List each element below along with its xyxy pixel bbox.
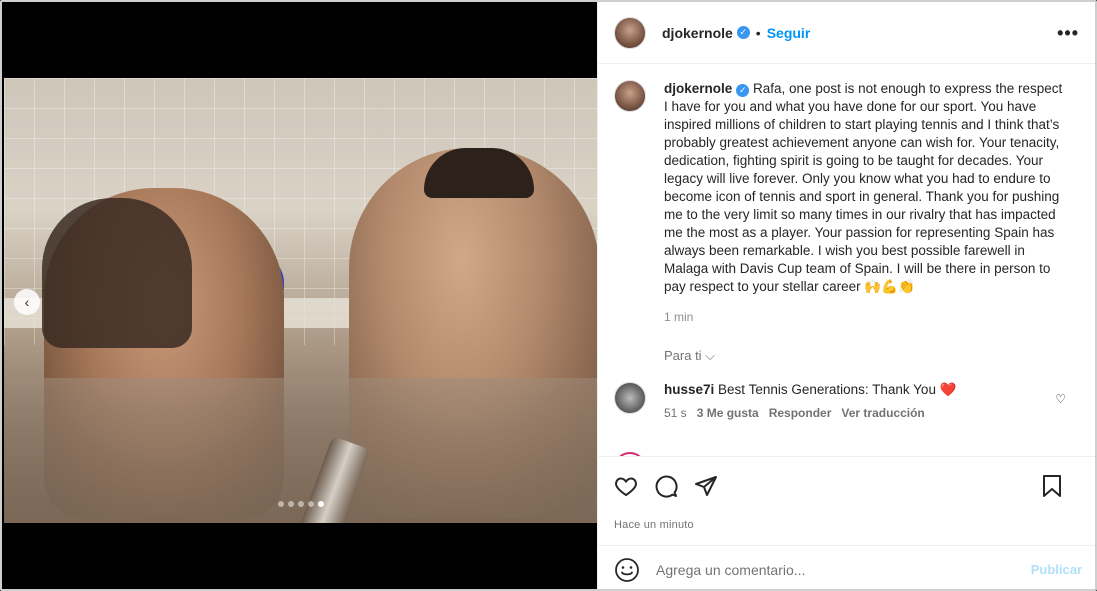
para-ti-toggle[interactable]: Para ti ⌵ (614, 348, 1084, 364)
author-avatar[interactable] (614, 16, 646, 49)
comment-row: husse7i Best Tennis Generations: Thank Y… (614, 382, 1084, 420)
carousel-prev-button[interactable]: ‹ (14, 289, 40, 315)
verified-badge-icon: ✓ (736, 83, 750, 97)
chevron-left-icon: ‹ (24, 294, 30, 310)
publish-button[interactable]: Publicar (1031, 562, 1082, 577)
commenter-avatar[interactable] (614, 382, 646, 414)
carousel-dots (278, 501, 324, 507)
post-header: djokernole ✓ • Seguir ••• (598, 2, 1095, 64)
bookmark-icon[interactable] (1040, 474, 1064, 498)
instagram-post-window: ‹ djokernole ✓ • Seguir ••• djokernole✓ (0, 0, 1097, 591)
caption-text: djokernole ✓ Rafa, one post is not enough… (664, 80, 1068, 296)
comment-likes[interactable]: 3 Me gusta (697, 406, 759, 420)
comment-icon[interactable] (654, 474, 678, 498)
carousel-dot (278, 501, 284, 507)
emoji-icon[interactable] (614, 557, 640, 583)
carousel-dot (298, 501, 304, 507)
comment-text: Best Tennis Generations: Thank You ❤️ (718, 382, 957, 397)
share-icon[interactable] (694, 474, 718, 498)
comment-like-heart-icon[interactable]: ♡ (1055, 392, 1066, 406)
caption-time: 1 min (664, 310, 694, 324)
add-comment-bar: Publicar (598, 545, 1095, 589)
caption-body: Rafa, one post is not enough to express … (664, 81, 1063, 294)
media-panel: ‹ (2, 2, 597, 589)
comment-text-line: husse7i Best Tennis Generations: Thank Y… (664, 382, 957, 398)
reply-button[interactable]: Responder (769, 406, 832, 420)
heart-icon[interactable] (614, 474, 638, 498)
comments-section[interactable]: djokernole ✓ Rafa, one post is not enough… (598, 64, 1095, 456)
post-timestamp[interactable]: Hace un minuto (614, 519, 1084, 531)
author-username[interactable]: djokernole (662, 25, 733, 41)
comment-input[interactable] (656, 561, 996, 578)
post-photo[interactable] (4, 78, 597, 523)
translate-button[interactable]: Ver traducción (841, 406, 924, 420)
caption-avatar[interactable] (614, 80, 646, 112)
verified-badge-icon: ✓ (736, 26, 750, 39)
carousel-dot (308, 501, 314, 507)
photo-hair-right (424, 148, 534, 198)
more-icon[interactable]: ••• (1057, 23, 1079, 44)
comment-time: 51 s (664, 406, 687, 420)
carousel-dot-active (318, 501, 324, 507)
header-separator: • (755, 24, 761, 41)
photo-hair-left (42, 198, 192, 348)
comment-meta: 51 s 3 Me gusta Responder Ver traducción (664, 406, 957, 420)
carousel-dot (288, 501, 294, 507)
caption-username[interactable]: djokernole (664, 81, 732, 96)
follow-button[interactable]: Seguir (767, 25, 811, 41)
commenter-username[interactable]: husse7i (664, 382, 714, 397)
caption: djokernole ✓ Rafa, one post is not enough… (614, 80, 1084, 324)
post-details-panel: djokernole ✓ • Seguir ••• djokernole ✓ Ra… (597, 2, 1095, 589)
action-bar: Hace un minuto (598, 456, 1095, 531)
